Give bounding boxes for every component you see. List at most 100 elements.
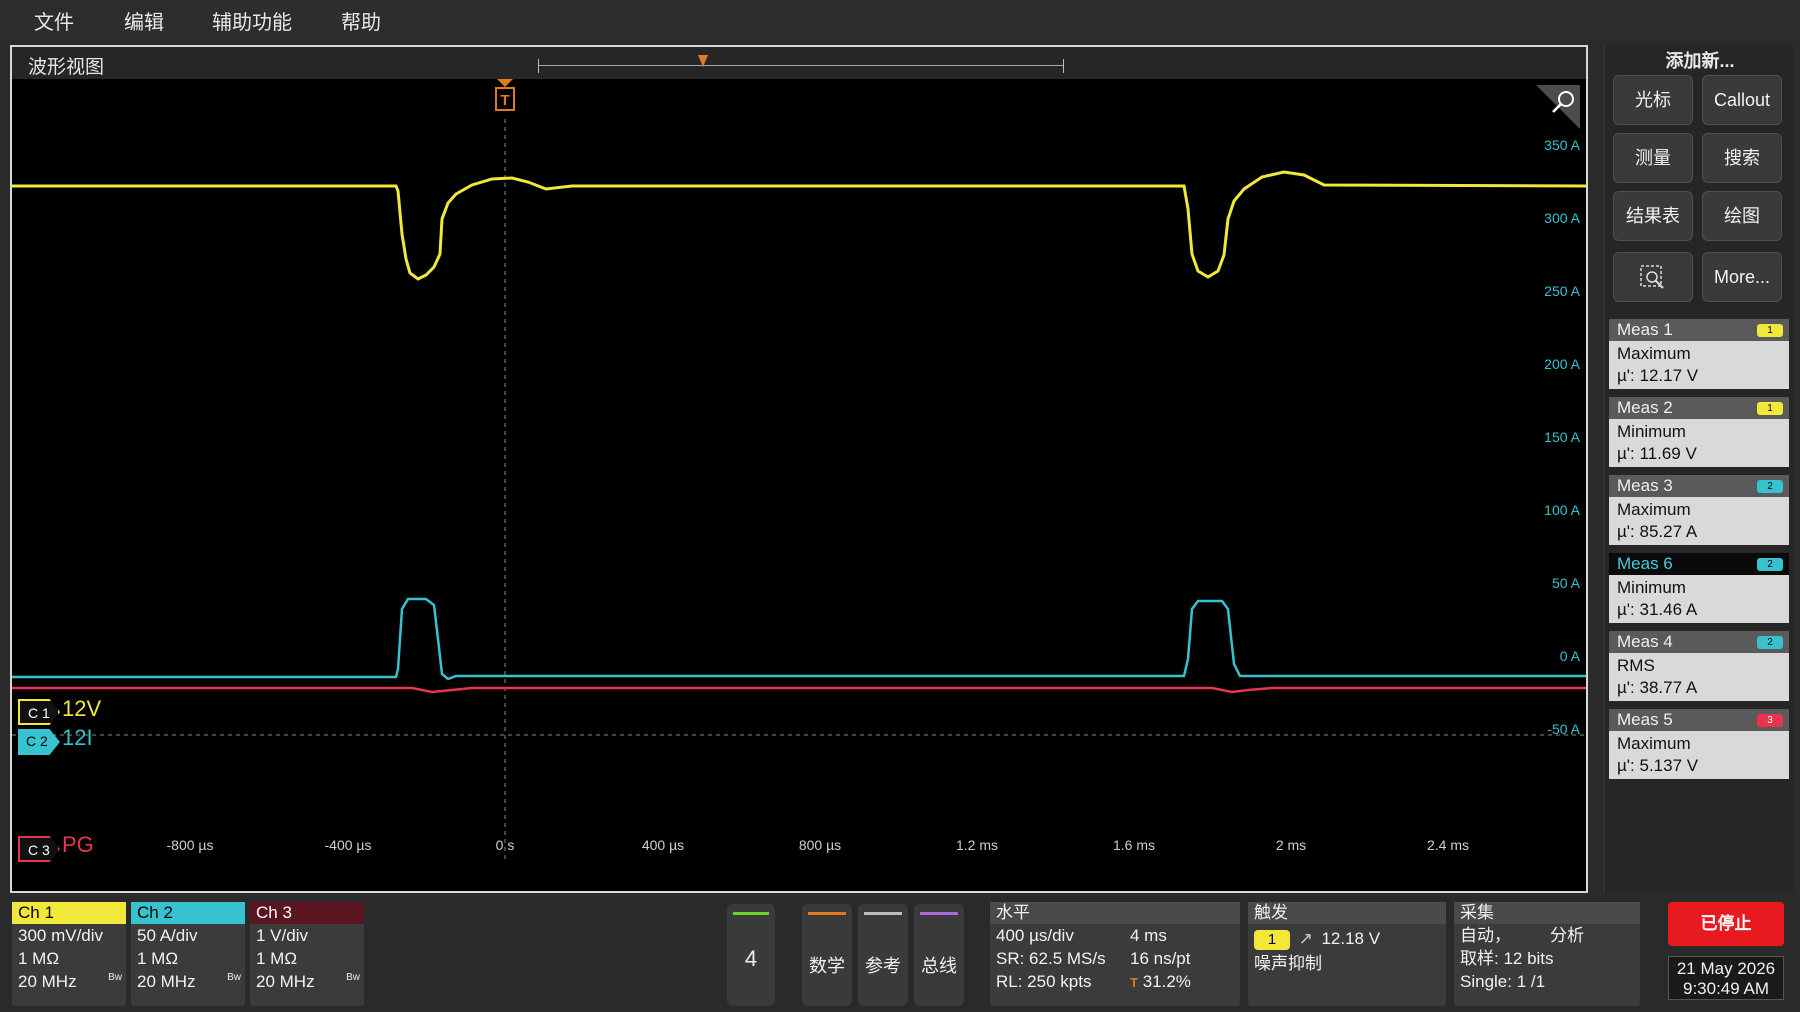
date-time-display: 21 May 2026 9:30:49 AM — [1668, 956, 1784, 1000]
waveform-titlebar: 波形视图 — [12, 47, 1586, 79]
meas-label: Meas 5 — [1617, 710, 1673, 729]
ch1-badge[interactable]: Ch 1 300 mV/div 1 MΩ 20 MHz Bw — [12, 902, 126, 1006]
meas-type: RMS — [1617, 656, 1655, 675]
side-panel: 添加新... 光标 Callout 测量 搜索 结果表 绘图 More... M… — [1604, 45, 1794, 893]
menu-file[interactable]: 文件 — [34, 6, 74, 35]
math-button[interactable]: 数学 — [802, 904, 852, 1006]
ch2-waveform — [12, 597, 1586, 681]
plot-button[interactable]: 绘图 — [1702, 191, 1782, 241]
search-button[interactable]: 搜索 — [1702, 133, 1782, 183]
y-axis-label: 100 A — [1544, 502, 1580, 518]
record-length: RL: 250 kpts — [996, 972, 1092, 991]
x-axis-label: 2 ms — [1275, 837, 1307, 853]
ch3-badge[interactable]: Ch 3 1 V/div 1 MΩ 20 MHz Bw — [250, 902, 364, 1006]
menu-utility[interactable]: 辅助功能 — [212, 6, 292, 35]
time-resolution: 16 ns/pt — [1130, 949, 1191, 968]
acquisition-badge[interactable]: 采集 自动， 分析 取样: 12 bits Single: 1 /1 — [1454, 902, 1640, 1006]
math-label: 数学 — [809, 956, 845, 976]
run-stop-button[interactable]: 已停止 — [1668, 902, 1784, 946]
ch1-label: 12V — [62, 696, 102, 721]
ch1-waveform — [12, 170, 1586, 281]
x-axis-label: 2.4 ms — [1426, 837, 1470, 853]
meas-source-badge: 2 — [1757, 558, 1783, 571]
meas-type: Maximum — [1617, 500, 1691, 519]
meas-type: Minimum — [1617, 578, 1686, 597]
ch1-scale: 300 mV/div — [18, 926, 104, 945]
bus-button[interactable]: 总线 — [914, 904, 964, 1006]
y-axis-label: 300 A — [1544, 210, 1580, 226]
y-axis-label: 0 A — [1559, 648, 1580, 664]
meas-badge-4[interactable]: Meas 4 2 RMS µ': 38.77 A — [1609, 631, 1789, 703]
meas-label: Meas 1 — [1617, 320, 1673, 339]
cursor-button[interactable]: 光标 — [1613, 75, 1693, 125]
reference-button[interactable]: 参考 — [858, 904, 908, 1006]
x-axis-label: 1.2 ms — [955, 837, 999, 853]
waveform-view: 波形视图 T 350 A 300 A 250 A 200 A 150 A 100… — [10, 45, 1588, 893]
more-button[interactable]: More... — [1702, 252, 1782, 302]
zoom-select-button[interactable] — [1613, 252, 1693, 302]
callout-button[interactable]: Callout — [1702, 75, 1782, 125]
x-axis-label: -400 µs — [324, 837, 372, 853]
meas-source-badge: 2 — [1757, 636, 1783, 649]
waveform-plot[interactable]: T 350 A 300 A 250 A 200 A 150 A 100 A 50… — [12, 79, 1586, 862]
x-axis-label: 0 s — [495, 837, 515, 853]
horizontal-title: 水平 — [990, 902, 1240, 924]
meas-badge-3[interactable]: Meas 3 2 Maximum µ': 85.27 A — [1609, 475, 1789, 547]
meas-type: Maximum — [1617, 734, 1691, 753]
zoom-select-icon[interactable] — [1536, 85, 1580, 129]
meas-source-badge: 2 — [1757, 480, 1783, 493]
trigger-badge[interactable]: 触发 1 ↗ 12.18 V 噪声抑制 — [1248, 902, 1446, 1006]
bandwidth-limit-icon: Bw — [108, 972, 122, 983]
y-axis-label: -50 A — [1547, 721, 1580, 737]
bandwidth-limit-icon: Bw — [227, 972, 241, 983]
meas-label: Meas 6 — [1617, 554, 1673, 573]
oscilloscope-app: 文件 编辑 辅助功能 帮助 波形视图 T 350 A 300 A 250 A 2… — [0, 0, 1800, 1012]
ch2-label: 12I — [62, 725, 93, 750]
y-axis-label: 50 A — [1551, 575, 1580, 591]
trigger-title: 触发 — [1248, 902, 1446, 924]
x-axis-label: 400 µs — [641, 837, 685, 853]
ch2-scale: 50 A/div — [137, 926, 198, 945]
meas-value: µ': 38.77 A — [1617, 678, 1698, 697]
rising-edge-icon: ↗ — [1298, 929, 1313, 948]
meas-source-badge: 1 — [1757, 402, 1783, 415]
settings-bar: Ch 1 300 mV/div 1 MΩ 20 MHz Bw Ch 2 50 A/di… — [0, 896, 1800, 1012]
x-axis-label: -800 µs — [166, 837, 214, 853]
measure-button[interactable]: 测量 — [1613, 133, 1693, 183]
y-axis-label: 150 A — [1544, 429, 1580, 445]
x-axis-label: 1.6 ms — [1112, 837, 1156, 853]
add-new-title: 添加新... — [1665, 51, 1735, 71]
acquisition-sampling: 取样: 12 bits — [1460, 949, 1554, 968]
bandwidth-limit-icon: Bw — [346, 972, 360, 983]
noise-reject: 噪声抑制 — [1254, 954, 1322, 973]
sample-rate: SR: 62.5 MS/s — [996, 949, 1106, 968]
meas-badge-2[interactable]: Meas 2 1 Minimum µ': 11.69 V — [1609, 397, 1789, 469]
menu-help[interactable]: 帮助 — [341, 6, 381, 35]
meas-value: µ': 12.17 V — [1617, 366, 1699, 385]
ch3-scale: 1 V/div — [256, 926, 308, 945]
menu-edit[interactable]: 编辑 — [124, 6, 164, 35]
meas-badge-1[interactable]: Meas 1 1 Maximum µ': 12.17 V — [1609, 319, 1789, 391]
ch3-label: PG — [62, 832, 94, 857]
bus-label: 总线 — [921, 956, 957, 976]
ch3-badge-title: Ch 3 — [250, 902, 364, 924]
results-table-button[interactable]: 结果表 — [1613, 191, 1693, 241]
acquisition-mode: 自动， — [1460, 926, 1511, 945]
meas-badge-5[interactable]: Meas 5 3 Maximum µ': 5.137 V — [1609, 709, 1789, 781]
horizontal-badge[interactable]: 水平 400 µs/div 4 ms SR: 62.5 MS/s 16 ns/pt … — [990, 902, 1240, 1006]
waveform-svg: T — [12, 79, 1586, 861]
date: 21 May 2026 — [1676, 959, 1776, 978]
horizontal-duration: 4 ms — [1130, 926, 1167, 945]
meas-label: Meas 3 — [1617, 476, 1673, 495]
meas-value: µ': 85.27 A — [1617, 522, 1698, 541]
ch4-button[interactable]: 4 — [727, 904, 775, 1006]
record-overview[interactable] — [538, 55, 1064, 73]
x-axis-label: 800 µs — [798, 837, 842, 853]
meas-badge-6[interactable]: Meas 6 2 Minimum µ': 31.46 A — [1609, 553, 1789, 625]
trigger-t-marker[interactable]: T — [495, 79, 515, 111]
horizontal-scale: 400 µs/div — [996, 926, 1074, 945]
meas-source-badge: 3 — [1757, 714, 1783, 727]
waveform-title: 波形视图 — [28, 57, 105, 78]
ch2-badge[interactable]: Ch 2 50 A/div 1 MΩ 20 MHz Bw — [131, 902, 245, 1006]
ch1-badge-title: Ch 1 — [12, 902, 126, 924]
